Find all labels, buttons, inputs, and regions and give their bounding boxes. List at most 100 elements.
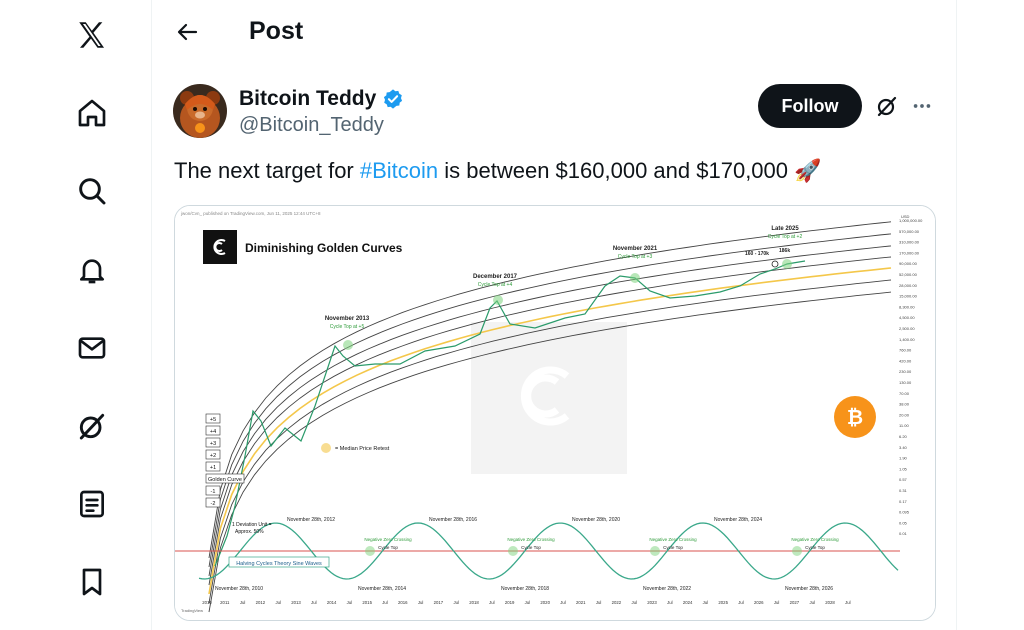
- zero-crossing-label: Negative Zero Crossing: [507, 537, 555, 542]
- messages-mail-icon[interactable]: [73, 329, 111, 367]
- annotation-label: Late 2025: [771, 226, 799, 232]
- cycle-top-marker-3: [782, 259, 792, 269]
- grok-icon: [877, 96, 897, 117]
- x-axis-tick-label: 2026: [754, 600, 764, 605]
- bookmarks-icon[interactable]: [73, 563, 111, 601]
- x-axis-tick-label: Jul: [453, 600, 459, 605]
- x-axis-tick-label: 2016: [398, 600, 408, 605]
- x-axis-tick-label: 2022: [612, 600, 622, 605]
- back-button[interactable]: [171, 15, 205, 49]
- zero-crossing-marker-1: [508, 546, 518, 556]
- cycle-top-marker-2: [630, 273, 640, 283]
- author-name-row[interactable]: Bitcoin Teddy: [239, 87, 404, 111]
- x-axis-tick-label: Jul: [418, 600, 424, 605]
- verified-badge-icon: [384, 89, 403, 109]
- arrow-left-icon: [177, 23, 198, 41]
- explore-search-icon[interactable]: [73, 172, 111, 210]
- left-navigation: [0, 0, 152, 630]
- y-axis-tick-label: 4,500.00: [899, 315, 915, 320]
- y-axis-tick-label: 38.00: [899, 402, 910, 407]
- y-axis-tick-label: 0.57: [899, 477, 908, 482]
- post-header: Post: [153, 0, 957, 66]
- post-media-chart[interactable]: jwon/Cvn_ published on TradingView.com, …: [174, 205, 936, 621]
- grok-explain-button[interactable]: [873, 92, 901, 120]
- y-axis-tick-label: 6.20: [899, 434, 908, 439]
- y-axis-tick-label: 570,000.00: [899, 229, 920, 234]
- avatar[interactable]: [173, 84, 227, 138]
- more-options-button[interactable]: [908, 92, 936, 120]
- x-axis-tick-label: Jul: [774, 600, 780, 605]
- cycle-top-marker-1: [493, 295, 503, 305]
- x-axis-tick-label: 2012: [256, 600, 266, 605]
- sine-trough-label: November 28th, 2022: [643, 586, 691, 592]
- median-legend-swatch: [321, 443, 331, 453]
- deviation-label: +1: [210, 465, 216, 471]
- y-axis-tick-label: 0.31: [899, 488, 908, 493]
- x-axis-tick-label: Jul: [560, 600, 566, 605]
- zero-crossing-marker-0: [365, 546, 375, 556]
- post-text-start: The next target for: [174, 158, 360, 183]
- x-axis-tick-label: 2013: [291, 600, 301, 605]
- x-axis-tick-label: 2014: [327, 600, 337, 605]
- x-axis-tick-label: Jul: [275, 600, 281, 605]
- cycle-top-label: Cycle Top: [521, 545, 541, 550]
- notifications-bell-icon[interactable]: [73, 251, 111, 289]
- cycle-top-label: Cycle Top: [378, 545, 398, 550]
- median-legend-label: = Median Price Retest: [335, 446, 390, 452]
- x-axis-tick-label: 2019: [505, 600, 515, 605]
- chart-title: Diminishing Golden Curves: [245, 241, 403, 255]
- x-axis-tick-label: Jul: [347, 600, 353, 605]
- sine-trough-label: November 28th, 2018: [501, 586, 549, 592]
- sine-trough-label: November 28th, 2014: [358, 586, 406, 592]
- x-axis-tick-label: Jul: [667, 600, 673, 605]
- sine-peak-label: November 28th, 2024: [714, 517, 762, 523]
- deviation-note: Approx. 50%: [235, 529, 264, 535]
- deviation-label: Golden Curve: [208, 477, 242, 483]
- rocket-emoji: 🚀: [794, 158, 822, 183]
- y-axis-tick-label: 52,000.00: [899, 272, 918, 277]
- sine-label: Halving Cycles Theory Sine Waves: [236, 561, 322, 567]
- y-axis-tick-label: 130.00: [899, 380, 912, 385]
- y-axis-tick-label: 0.01: [899, 531, 908, 536]
- annotation-sub: Cycle Top at +4: [478, 282, 513, 288]
- y-axis-tick-label: 20.00: [899, 412, 910, 417]
- bitcoin-logo-symbol: ₿: [847, 407, 863, 429]
- deviation-label: +3: [210, 441, 216, 447]
- y-axis-tick-label: 760.00: [899, 348, 912, 353]
- zero-crossing-marker-3: [792, 546, 802, 556]
- x-axis-tick-label: 2020: [540, 600, 550, 605]
- x-axis-tick-label: Jul: [596, 600, 602, 605]
- follow-button[interactable]: Follow: [758, 84, 862, 128]
- x-axis-tick-label: Jul: [631, 600, 637, 605]
- x-axis-tick-label: 2027: [790, 600, 800, 605]
- x-axis-tick-label: Jul: [525, 600, 531, 605]
- annotation-sub: Cycle Top at +3: [618, 254, 653, 260]
- author-handle[interactable]: @Bitcoin_Teddy: [239, 114, 384, 137]
- x-axis-tick-label: Jul: [382, 600, 388, 605]
- chart-image: jwon/Cvn_ published on TradingView.com, …: [175, 206, 935, 620]
- deviation-label: +4: [210, 429, 216, 435]
- x-axis-tick-label: Jul: [311, 600, 317, 605]
- home-icon[interactable]: [73, 94, 111, 132]
- x-axis-tick-label: 2011: [220, 600, 230, 605]
- sine-peak-label: November 28th, 2020: [572, 517, 620, 523]
- lists-icon[interactable]: [73, 485, 111, 523]
- post-column: Post Bitcoin Teddy @Bitcoin_Teddy Follow…: [153, 0, 957, 630]
- annotation-sub: Cycle Top at +5: [330, 324, 365, 330]
- x-axis-tick-label: 2010: [202, 600, 212, 605]
- y-axis-tick-label: 11.00: [899, 423, 909, 428]
- y-axis-tick-label: 0.095: [899, 510, 910, 515]
- grok-icon[interactable]: [73, 407, 111, 445]
- more-dots-icon: [913, 104, 931, 108]
- y-axis-tick-label: 90,000.00: [899, 261, 918, 266]
- zero-crossing-marker-2: [650, 546, 660, 556]
- tradingview-watermark: TradingView: [181, 608, 203, 613]
- y-axis-tick-label: 310,000.00: [899, 240, 920, 245]
- deviation-label: -2: [211, 501, 216, 507]
- x-axis-tick-label: Jul: [489, 600, 495, 605]
- author-name[interactable]: Bitcoin Teddy: [239, 87, 376, 111]
- x-axis-tick-label: Jul: [845, 600, 851, 605]
- x-logo-icon[interactable]: [73, 16, 111, 54]
- hashtag-link[interactable]: #Bitcoin: [360, 158, 438, 183]
- y-axis-tick-label: 1.05: [899, 466, 908, 471]
